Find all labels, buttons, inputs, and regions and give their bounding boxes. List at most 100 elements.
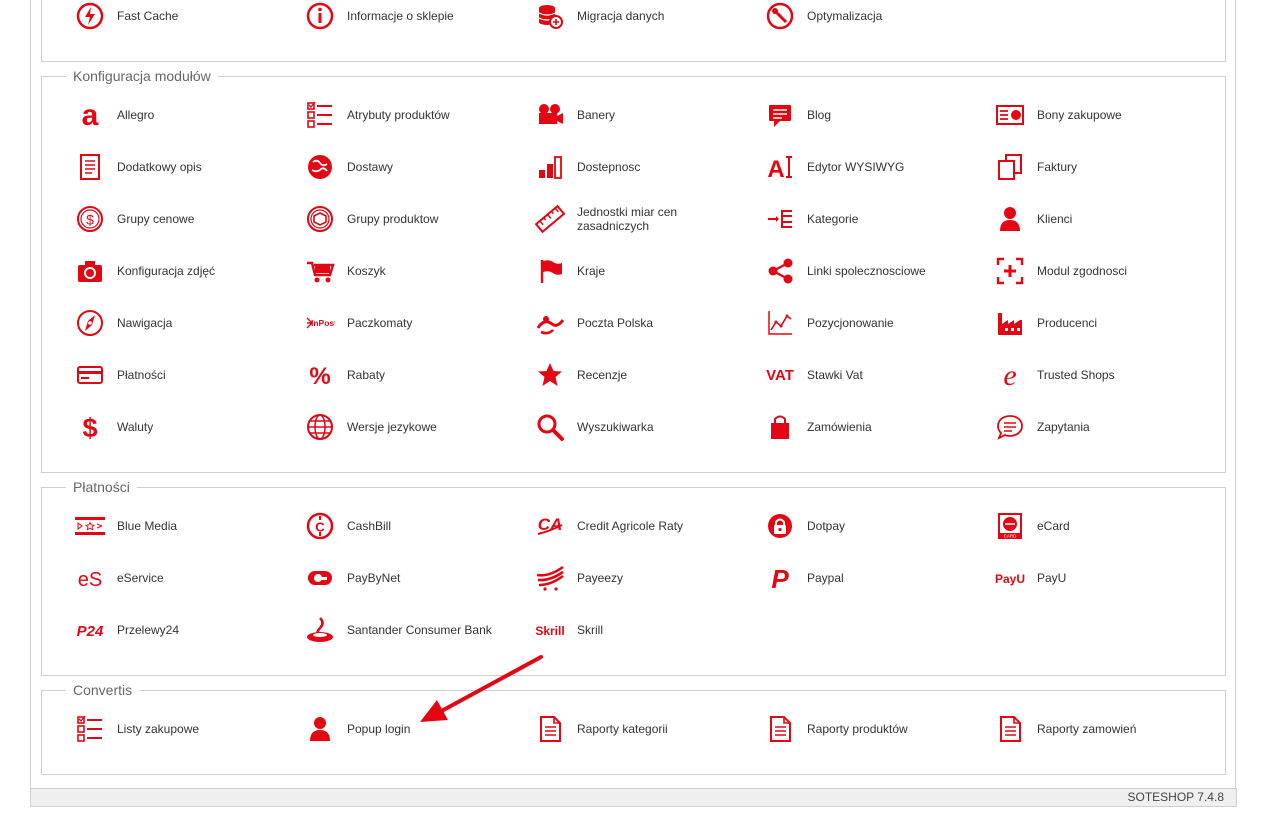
svg-text:$: $ xyxy=(86,212,94,228)
module-link-module-config[interactable]: Płatności xyxy=(73,353,293,397)
module-label: Payeezy xyxy=(577,571,624,585)
module-link-module-config[interactable]: Grupy produktow xyxy=(303,197,523,241)
module-link-module-config[interactable]: $ Waluty xyxy=(73,405,293,449)
module-label: Wyszukiwarka xyxy=(577,420,654,434)
compass-icon xyxy=(73,306,107,340)
module-label: Raporty zamowień xyxy=(1037,722,1137,736)
module-link-module-config[interactable]: Kraje xyxy=(533,249,753,293)
module-link-module-config[interactable]: Modul zgodnosci xyxy=(993,249,1213,293)
module-link-convertis[interactable]: Listy zakupowe xyxy=(73,707,293,751)
module-link-module-config[interactable]: e Trusted Shops xyxy=(993,353,1213,397)
svg-text:a: a xyxy=(82,100,99,130)
module-label: Recenzje xyxy=(577,368,628,382)
module-label: Migracja danych xyxy=(577,9,665,23)
module-link-module-config[interactable]: $ Grupy cenowe xyxy=(73,197,293,241)
module-link-module-config[interactable]: Poczta Polska xyxy=(533,301,753,345)
payeezy-icon xyxy=(533,561,567,595)
module-link-module-config[interactable]: Pozycjonowanie xyxy=(763,301,983,345)
module-link-convertis[interactable]: Raporty produktów xyxy=(763,707,983,751)
module-link-module-config[interactable]: Wyszukiwarka xyxy=(533,405,753,449)
module-link-general[interactable]: Fast Cache xyxy=(73,0,293,38)
module-link-module-config[interactable]: Dostawy xyxy=(303,145,523,189)
fast-cache-icon xyxy=(73,0,107,33)
globe-delivery-icon xyxy=(303,150,337,184)
module-label: Koszyk xyxy=(347,264,386,278)
module-link-payments[interactable]: Dotpay xyxy=(763,504,983,548)
module-link-module-config[interactable]: % Rabaty xyxy=(303,353,523,397)
module-link-module-config[interactable]: InPost Paczkomaty xyxy=(303,301,523,345)
cart-icon xyxy=(303,254,337,288)
skrill-icon: Skrill xyxy=(533,613,567,647)
module-link-module-config[interactable]: $ Bony zakupowe xyxy=(993,93,1213,137)
module-link-general[interactable]: Migracja danych xyxy=(533,0,753,38)
module-link-payments[interactable]: PayByNet xyxy=(303,556,523,600)
module-label: Paczkomaty xyxy=(347,316,413,330)
checklist-icon xyxy=(303,98,337,132)
module-link-module-config[interactable]: Koszyk xyxy=(303,249,523,293)
module-link-module-config[interactable]: Producenci xyxy=(993,301,1213,345)
module-link-payments[interactable]: Payeezy xyxy=(533,556,753,600)
module-link-module-config[interactable]: Dostepnosc xyxy=(533,145,753,189)
svg-text:A: A xyxy=(767,156,784,182)
module-link-module-config[interactable]: Atrybuty produktów xyxy=(303,93,523,137)
module-link-module-config[interactable]: Nawigacja xyxy=(73,301,293,345)
module-label: Raporty kategorii xyxy=(577,722,668,736)
module-link-convertis[interactable]: Raporty zamowień xyxy=(993,707,1213,751)
module-link-module-config[interactable]: Wersje jezykowe xyxy=(303,405,523,449)
module-link-module-config[interactable]: Linki spolecznosciowe xyxy=(763,249,983,293)
flag-icon xyxy=(533,254,567,288)
language-globe-icon xyxy=(303,410,337,444)
report-icon xyxy=(763,712,797,746)
module-link-general[interactable]: Optymalizacja xyxy=(763,0,983,38)
module-link-convertis[interactable]: Raporty kategorii xyxy=(533,707,753,751)
star-icon xyxy=(533,358,567,392)
module-label: Stawki Vat xyxy=(807,368,863,382)
product-group-icon xyxy=(303,202,337,236)
module-link-payments[interactable]: PayU PayU xyxy=(993,556,1213,600)
module-link-module-config[interactable]: Zapytania xyxy=(993,405,1213,449)
dollar-icon: $ xyxy=(73,410,107,444)
module-label: Przelewy24 xyxy=(117,623,180,637)
module-link-payments[interactable]: CARD eCard xyxy=(993,504,1213,548)
svg-text:eS: eS xyxy=(78,569,102,591)
module-link-module-config[interactable]: Zamówienia xyxy=(763,405,983,449)
photo-camera-icon xyxy=(73,254,107,288)
module-label: Konfiguracja zdjęć xyxy=(117,264,216,278)
ruler-icon xyxy=(533,202,567,236)
camera-banner-icon xyxy=(533,98,567,132)
module-link-module-config[interactable]: Faktury xyxy=(993,145,1213,189)
module-link-module-config[interactable]: Konfiguracja zdjęć xyxy=(73,249,293,293)
module-link-module-config[interactable]: a Allegro xyxy=(73,93,293,137)
module-label: Listy zakupowe xyxy=(117,722,200,736)
module-link-payments[interactable]: Santander Consumer Bank xyxy=(303,608,523,652)
module-link-payments[interactable]: CA Credit Agricole Raty xyxy=(533,504,753,548)
module-link-general[interactable]: Informacje o sklepie xyxy=(303,0,523,38)
module-link-payments[interactable]: C CashBill xyxy=(303,504,523,548)
module-label: Skrill xyxy=(577,623,603,637)
paybynet-icon xyxy=(303,561,337,595)
module-label: Jednostki miar cen zasadniczych xyxy=(577,205,678,233)
report-icon xyxy=(993,712,1027,746)
module-link-payments[interactable]: eS eService xyxy=(73,556,293,600)
chat-bubble-icon xyxy=(993,410,1027,444)
user-icon xyxy=(993,202,1027,236)
percent-icon: % xyxy=(303,358,337,392)
module-link-payments[interactable]: P Paypal xyxy=(763,556,983,600)
module-link-module-config[interactable]: Jednostki miar cen zasadniczych xyxy=(533,197,753,241)
module-link-module-config[interactable]: Recenzje xyxy=(533,353,753,397)
module-link-module-config[interactable]: Kategorie xyxy=(763,197,983,241)
module-link-module-config[interactable]: Klienci xyxy=(993,197,1213,241)
module-link-module-config[interactable]: VAT Stawki Vat xyxy=(763,353,983,397)
module-link-payments[interactable]: Blue Media xyxy=(73,504,293,548)
module-link-payments[interactable]: P24 Przelewy24 xyxy=(73,608,293,652)
module-label: Dodatkowy opis xyxy=(117,160,202,174)
module-link-module-config[interactable]: Banery xyxy=(533,93,753,137)
module-label: Zapytania xyxy=(1037,420,1090,434)
module-link-module-config[interactable]: A Edytor WYSIWYG xyxy=(763,145,983,189)
module-link-module-config[interactable]: Blog xyxy=(763,93,983,137)
module-label: Rabaty xyxy=(347,368,386,382)
module-label: eService xyxy=(117,571,164,585)
module-link-convertis[interactable]: Popup login xyxy=(303,707,523,751)
module-link-module-config[interactable]: Dodatkowy opis xyxy=(73,145,293,189)
module-link-payments[interactable]: Skrill Skrill xyxy=(533,608,753,652)
